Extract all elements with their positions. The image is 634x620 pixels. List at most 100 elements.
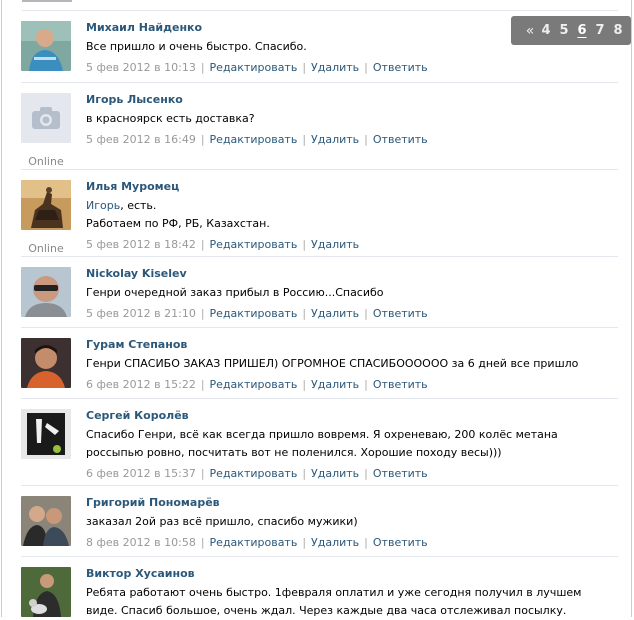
reply-link[interactable]: Ответить bbox=[373, 133, 428, 146]
avatar[interactable] bbox=[21, 21, 71, 71]
divider bbox=[21, 485, 618, 486]
comment-text: Спасибо Генри, всё как всегда пришло вов… bbox=[86, 428, 558, 459]
divider bbox=[21, 398, 618, 399]
avatar[interactable] bbox=[21, 496, 71, 546]
avatar[interactable] bbox=[21, 180, 71, 230]
comment-text: Генри очередной заказ прибыл в Россию...… bbox=[86, 286, 384, 299]
separator: | bbox=[364, 307, 368, 320]
separator: | bbox=[302, 307, 307, 320]
comment-text: Ребята работают очень быстро. 1февраля о… bbox=[86, 586, 582, 617]
comment-meta: 8 фев 2012 в 10:58 | Редактировать | Удалить… bbox=[86, 534, 616, 552]
avatar[interactable] bbox=[21, 567, 71, 617]
reply-link[interactable]: Ответить bbox=[373, 467, 428, 480]
comment-date[interactable]: 5 фев 2012 в 10:13 bbox=[86, 61, 196, 74]
reply-link[interactable]: Ответить bbox=[373, 61, 428, 74]
online-status: Online bbox=[28, 242, 64, 255]
edit-link[interactable]: Редактировать bbox=[210, 238, 298, 251]
author-link[interactable]: Виктор Хусаинов bbox=[86, 567, 616, 580]
comment-meta: 6 фев 2012 в 15:37 | Редактировать | Удалить… bbox=[86, 465, 616, 483]
comment-meta: 6 фев 2012 в 15:22 | Редактировать | Удалить… bbox=[86, 376, 616, 394]
comment-date[interactable]: 5 фев 2012 в 18:42 bbox=[86, 238, 196, 251]
edit-link[interactable]: Редактировать bbox=[210, 378, 298, 391]
comment-body: Илья Муромец Игорь, есть. Работаем по РФ,… bbox=[86, 180, 616, 254]
comment-body: Игорь Лысенко в красноярск есть доставка… bbox=[86, 93, 616, 149]
separator: | bbox=[364, 378, 368, 391]
author-link[interactable]: Игорь Лысенко bbox=[86, 93, 616, 106]
delete-link[interactable]: Удалить bbox=[311, 378, 359, 391]
avatar[interactable] bbox=[21, 338, 71, 388]
page-link[interactable]: 4 bbox=[537, 23, 555, 38]
divider bbox=[21, 556, 618, 557]
comment-date[interactable]: 6 фев 2012 в 15:37 bbox=[86, 467, 196, 480]
separator: | bbox=[200, 536, 205, 549]
page-link[interactable]: 7 bbox=[591, 23, 609, 38]
separator: | bbox=[200, 133, 205, 146]
comment-meta: 5 фев 2012 в 18:42 | Редактировать | Удалить bbox=[86, 236, 616, 254]
author-link[interactable]: Григорий Пономарёв bbox=[86, 496, 616, 509]
mention-link[interactable]: Игорь bbox=[86, 199, 120, 212]
page-link[interactable]: 8 bbox=[609, 23, 627, 38]
separator: | bbox=[200, 238, 205, 251]
reply-link[interactable]: Ответить bbox=[373, 378, 428, 391]
edit-link[interactable]: Редактировать bbox=[210, 133, 298, 146]
separator: | bbox=[364, 536, 368, 549]
separator: | bbox=[200, 378, 205, 391]
separator: | bbox=[364, 61, 368, 74]
comment-text-part: , есть. bbox=[120, 199, 157, 212]
comment-body: Сергей Королёв Спасибо Генри, всё как вс… bbox=[86, 409, 616, 483]
comment-text: Игорь, есть. Работаем по РФ, РБ, Казахста… bbox=[86, 197, 616, 233]
avatar[interactable] bbox=[21, 409, 71, 459]
separator: | bbox=[302, 238, 307, 251]
current-page: 6 bbox=[577, 23, 587, 38]
separator: | bbox=[302, 133, 307, 146]
edit-link[interactable]: Редактировать bbox=[210, 307, 298, 320]
edit-link[interactable]: Редактировать bbox=[210, 536, 298, 549]
pagination: « 4 5 6 7 8 bbox=[511, 16, 631, 45]
avatar[interactable] bbox=[21, 267, 71, 317]
comment-meta: 5 фев 2012 в 10:13 | Редактировать | Удалить… bbox=[86, 59, 616, 77]
divider bbox=[21, 82, 618, 83]
comment-text: Генри СПАСИБО ЗАКАЗ ПРИШЕЛ) ОГРОМНОЕ СПА… bbox=[86, 357, 579, 370]
comment-text: заказал 2ой раз всё пришло, спасибо мужи… bbox=[86, 515, 358, 528]
avatar-placeholder[interactable] bbox=[21, 93, 71, 143]
delete-link[interactable]: Удалить bbox=[311, 133, 359, 146]
comment-meta: 5 фев 2012 в 21:10 | Редактировать | Удалить… bbox=[86, 305, 616, 323]
divider bbox=[21, 327, 618, 328]
edit-link[interactable]: Редактировать bbox=[210, 467, 298, 480]
separator: | bbox=[364, 133, 368, 146]
camera-icon bbox=[32, 107, 60, 129]
prev-page-link[interactable]: « bbox=[523, 23, 537, 39]
comment-date[interactable]: 5 фев 2012 в 16:49 bbox=[86, 133, 196, 146]
separator: | bbox=[302, 536, 307, 549]
comment-body: Гурам Степанов Генри СПАСИБО ЗАКАЗ ПРИШЕ… bbox=[86, 338, 616, 394]
comment-body: Виктор Хусаинов Ребята работают очень бы… bbox=[86, 567, 616, 620]
comment-date[interactable]: 6 фев 2012 в 15:22 bbox=[86, 378, 196, 391]
author-link[interactable]: Гурам Степанов bbox=[86, 338, 616, 351]
delete-link[interactable]: Удалить bbox=[311, 238, 359, 251]
reply-link[interactable]: Ответить bbox=[373, 307, 428, 320]
edit-link[interactable]: Редактировать bbox=[210, 61, 298, 74]
comment-text-line: Работаем по РФ, РБ, Казахстан. bbox=[86, 217, 270, 230]
comment-list: Михаил Найденко Все пришло и очень быстр… bbox=[0, 0, 634, 617]
delete-link[interactable]: Удалить bbox=[311, 307, 359, 320]
page-link[interactable]: 5 bbox=[555, 23, 573, 38]
separator: | bbox=[302, 467, 307, 480]
comment-date[interactable]: 5 фев 2012 в 21:10 bbox=[86, 307, 196, 320]
author-link[interactable]: Nickolay Kiselev bbox=[86, 267, 616, 280]
author-link[interactable]: Сергей Королёв bbox=[86, 409, 616, 422]
delete-link[interactable]: Удалить bbox=[311, 467, 359, 480]
separator: | bbox=[200, 61, 205, 74]
delete-link[interactable]: Удалить bbox=[311, 61, 359, 74]
author-link[interactable]: Илья Муромец bbox=[86, 180, 616, 193]
reply-link[interactable]: Ответить bbox=[373, 536, 428, 549]
comment-date[interactable]: 8 фев 2012 в 10:58 bbox=[86, 536, 196, 549]
separator: | bbox=[302, 378, 307, 391]
separator: | bbox=[302, 61, 307, 74]
comment-meta: 5 фев 2012 в 16:49 | Редактировать | Удалить… bbox=[86, 131, 616, 149]
separator: | bbox=[200, 467, 205, 480]
comment-body: Nickolay Kiselev Генри очередной заказ п… bbox=[86, 267, 616, 323]
comment-body: Григорий Пономарёв заказал 2ой раз всё п… bbox=[86, 496, 616, 552]
divider bbox=[21, 256, 618, 257]
comment-text: в красноярск есть доставка? bbox=[86, 112, 255, 125]
delete-link[interactable]: Удалить bbox=[311, 536, 359, 549]
